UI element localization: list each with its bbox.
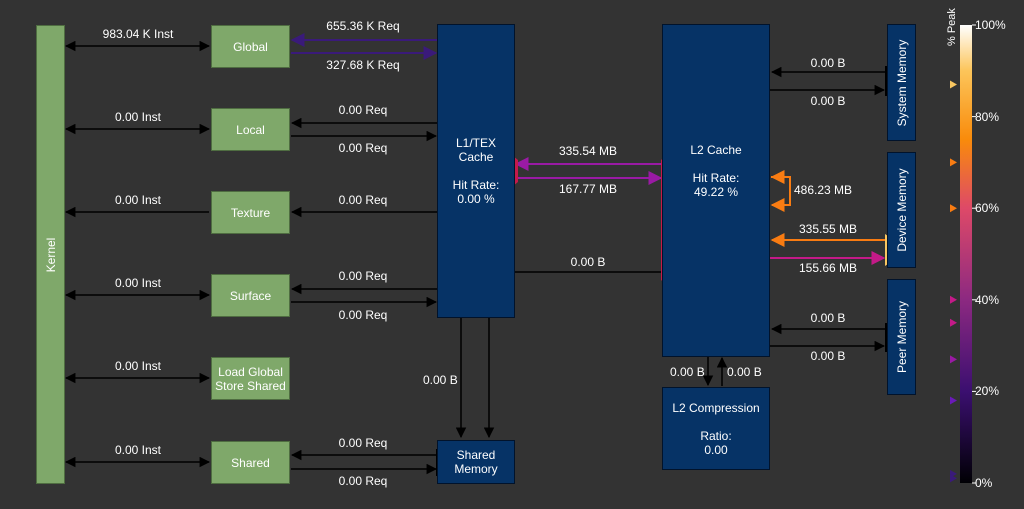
l1tex-hit-rate-label: Hit Rate: (452, 178, 500, 192)
l2-system-in-label: 0.00 B (810, 56, 846, 70)
texture-label: Texture (230, 205, 271, 220)
texture-req-label: 0.00 Req (338, 193, 388, 207)
peak-tick-label: 20% (975, 384, 1000, 399)
kernel-surface-label: 0.00 Inst (114, 276, 162, 290)
global-l1-links (290, 33, 438, 60)
system-memory-node[interactable]: System Memory (887, 24, 916, 141)
global-req-out-label: 327.68 K Req (326, 58, 400, 72)
load-global-store-shared-node[interactable]: Load Global Store Shared (211, 357, 290, 400)
surface-req-out-label: 0.00 Req (338, 308, 388, 322)
peak-tick-label: 0% (975, 476, 993, 490)
peak-tick-label: 80% (975, 109, 1000, 124)
local-node[interactable]: Local (211, 108, 290, 151)
local-label: Local (236, 122, 265, 137)
l2-hit-rate-value: 49.22 % (693, 184, 739, 199)
peer-memory-label: Peer Memory (894, 300, 909, 374)
peak-marker (950, 80, 957, 89)
l2-self-loop (770, 170, 791, 212)
l2-peer-links (770, 323, 889, 352)
local-req-out-label: 0.00 Req (338, 141, 388, 155)
peak-tick-label: 100% (975, 18, 1006, 32)
l2-self-loop-label: 486.23 MB (794, 183, 853, 197)
surface-node[interactable]: Surface (211, 274, 290, 317)
surface-label: Surface (229, 288, 272, 303)
l1tex-title-line2: Cache (458, 150, 494, 164)
local-l1-links (290, 117, 438, 142)
kernel-node[interactable]: Kernel (36, 25, 65, 484)
l1-l2-read-label: 335.54 MB (558, 144, 618, 158)
l2-system-out-label: 0.00 B (810, 94, 846, 108)
shared-req-in-label: 0.00 Req (338, 436, 388, 450)
l2-compression-ratio-label: Ratio: (700, 428, 732, 443)
shared-memory-line2: Memory (454, 462, 498, 476)
global-label: Global (233, 39, 268, 54)
l2-compression-ratio-value: 0.00 (704, 442, 728, 457)
kernel-shared-label: 0.00 Inst (114, 443, 162, 457)
surface-l1-links (290, 283, 438, 308)
l2-comp-right-label: 0.00 B (727, 365, 762, 379)
kernel-label: Kernel (43, 237, 58, 272)
store-shared-label: Store Shared (215, 378, 286, 393)
sharedmem-l2-label: 0.00 B (570, 255, 606, 269)
peak-marker (950, 396, 957, 405)
peak-scale-title: % Peak (946, 8, 958, 46)
shared-memory-line1: Shared (456, 448, 496, 462)
peak-tick-label: 40% (975, 292, 1000, 307)
peak-marker (950, 158, 957, 167)
shared-label: Shared (231, 455, 270, 470)
l1tex-title-line1: L1/TEX (455, 136, 497, 150)
shared-memory-node[interactable]: Shared Memory (437, 440, 515, 484)
peak-marker (950, 295, 957, 304)
l2-title: L2 Cache (690, 142, 742, 157)
l1tex-hit-rate-value: 0.00 % (457, 192, 495, 206)
kernel-texture-label: 0.00 Inst (114, 193, 162, 207)
l2-compression-title: L2 Compression (672, 400, 760, 415)
device-memory-label: Device Memory (894, 168, 909, 252)
kernel-global-label: 983.04 K Inst (102, 27, 174, 41)
system-memory-label: System Memory (894, 39, 909, 126)
l2-peer-out-label: 0.00 B (810, 349, 846, 363)
global-node[interactable]: Global (211, 25, 290, 68)
l2-device-in-label: 335.55 MB (798, 222, 858, 236)
shared-req-out-label: 0.00 Req (338, 474, 388, 488)
memory-chart: Kernel Global Local Texture Surface Load… (0, 0, 1024, 509)
l2-cache-node[interactable]: L2 Cache Hit Rate: 49.22 % (662, 24, 770, 357)
l2-hit-rate-label: Hit Rate: (692, 170, 740, 185)
l1-l2-links (514, 157, 663, 185)
surface-req-in-label: 0.00 Req (338, 269, 388, 283)
kernel-loadglobal-label: 0.00 Inst (114, 359, 162, 373)
device-memory-node[interactable]: Device Memory (887, 152, 916, 268)
peak-marker (950, 204, 957, 213)
kernel-local-label: 0.00 Inst (114, 110, 162, 124)
texture-node[interactable]: Texture (211, 191, 290, 234)
load-global-label: Load Global (218, 364, 283, 379)
peer-memory-node[interactable]: Peer Memory (887, 279, 916, 395)
global-req-in-label: 655.36 K Req (326, 19, 400, 33)
l2-system-links (770, 66, 889, 96)
l2-compression-links (702, 356, 728, 387)
peak-marker (950, 355, 957, 364)
l2-compression-node[interactable]: L2 Compression Ratio: 0.00 (662, 387, 770, 470)
peak-scale-markers (950, 80, 957, 483)
shared-node[interactable]: Shared (211, 441, 290, 484)
l2-device-out-label: 155.66 MB (798, 261, 858, 275)
local-req-in-label: 0.00 Req (338, 103, 388, 117)
peak-color-scale (960, 25, 972, 483)
l2-comp-left-label: 0.00 B (670, 365, 705, 379)
peak-marker (950, 318, 957, 327)
l2-peer-in-label: 0.00 B (810, 311, 846, 325)
shared-sharedmem-links (290, 449, 438, 475)
l1tex-cache-node[interactable]: L1/TEX Cache Hit Rate: 0.00 % (437, 24, 515, 318)
peak-tick-label: 60% (975, 201, 1000, 216)
peak-scale-ticks (972, 24, 976, 484)
l1-l2-write-label: 167.77 MB (558, 182, 618, 196)
l1-sharedmem-label: 0.00 B (423, 373, 458, 387)
